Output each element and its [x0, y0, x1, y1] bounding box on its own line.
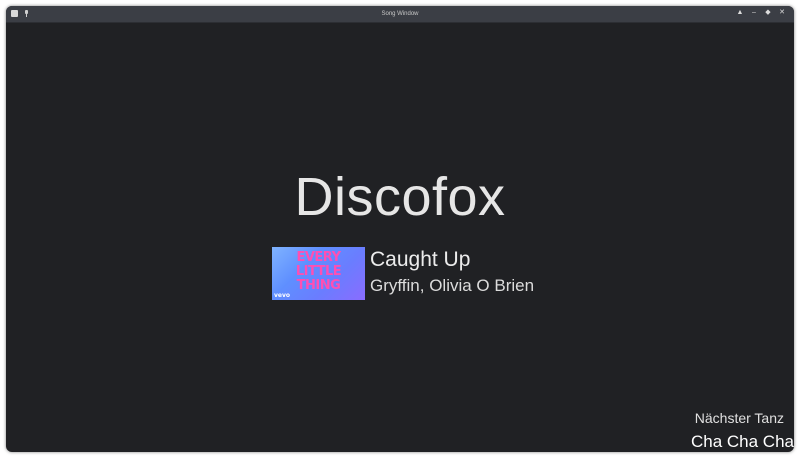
chevron-up-icon[interactable]: ▲	[736, 9, 744, 17]
current-dance-title: Discofox	[294, 167, 506, 227]
close-icon[interactable]: ✕	[778, 9, 786, 17]
window-title: Song Window	[381, 11, 419, 17]
vevo-badge: vevo	[274, 292, 291, 299]
titlebar-right-controls: ▲ – ◆ ✕	[736, 9, 786, 17]
album-cover: EVERY LITTLE THING vevo	[272, 247, 365, 300]
maximize-icon[interactable]: ◆	[764, 9, 772, 17]
album-cover-line: EVERY	[296, 250, 341, 265]
album-cover-text: EVERY LITTLE THING	[272, 251, 365, 293]
song-info: Caught Up Gryffin, Olivia O Brien	[370, 247, 534, 297]
album-cover-line: LITTLE	[295, 264, 342, 279]
song-artist: Gryffin, Olivia O Brien	[370, 276, 535, 295]
window-titlebar[interactable]: Song Window ▲ – ◆ ✕	[6, 6, 794, 23]
next-dance-name: Cha Cha Cha	[690, 432, 794, 451]
song-title: Caught Up	[370, 248, 471, 271]
album-cover-line: THING	[296, 278, 341, 293]
current-song: EVERY LITTLE THING vevo Caught Up Gryffi…	[272, 247, 534, 300]
song-content: Discofox EVERY LITTLE THING vevo Caught …	[6, 23, 794, 452]
minimize-icon[interactable]: –	[750, 9, 758, 17]
song-window: Song Window ▲ – ◆ ✕ Discofox EVERY LITTL…	[6, 6, 794, 452]
next-dance-label: Nächster Tanz	[694, 410, 784, 426]
